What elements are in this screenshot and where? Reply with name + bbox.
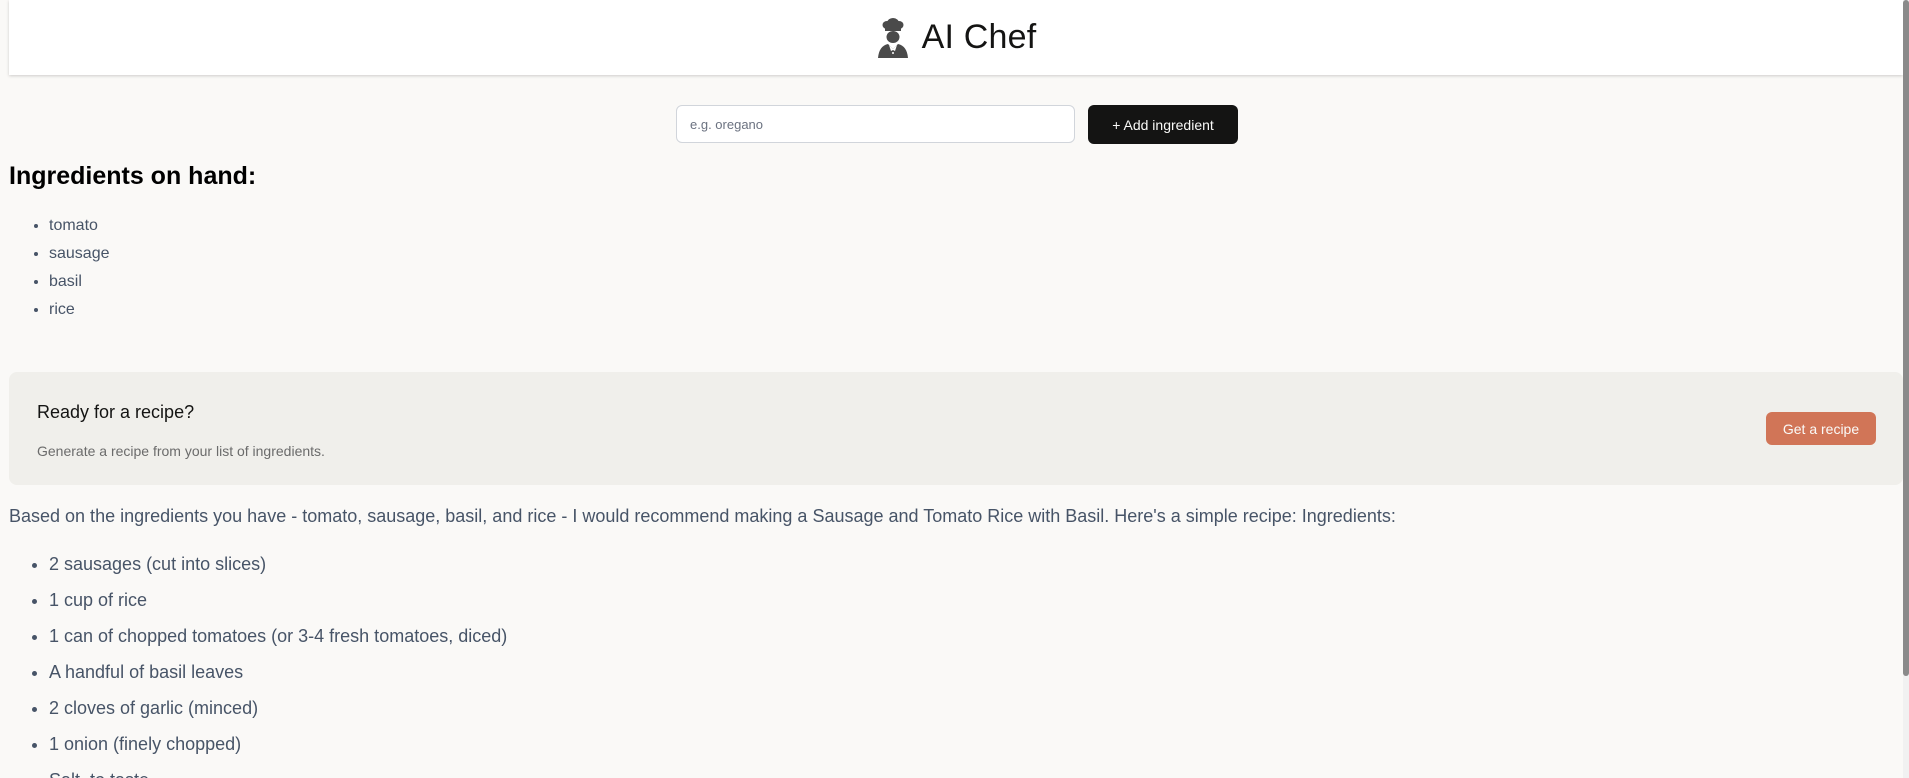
ingredient-input[interactable] [676, 105, 1075, 143]
recipe-ingredient-item: 2 sausages (cut into slices) [49, 549, 507, 585]
app-header: AI Chef [9, 0, 1903, 75]
add-ingredient-form: + Add ingredient [676, 105, 1238, 144]
app-title: AI Chef [921, 18, 1037, 56]
add-ingredient-button[interactable]: + Add ingredient [1088, 105, 1238, 144]
recipe-ingredient-item: 1 can of chopped tomatoes (or 3-4 fresh … [49, 621, 507, 657]
ingredient-item: rice [49, 296, 110, 324]
ingredients-list: tomato sausage basil rice [9, 212, 110, 324]
ingredient-item: tomato [49, 212, 110, 240]
recipe-ingredient-item: 1 cup of rice [49, 585, 507, 621]
recipe-intro: Based on the ingredients you have - toma… [9, 506, 1396, 526]
get-recipe-button[interactable]: Get a recipe [1766, 412, 1876, 445]
cta-subtitle: Generate a recipe from your list of ingr… [37, 443, 325, 459]
recipe-ingredient-item: Salt, to taste [49, 765, 507, 778]
cta-title: Ready for a recipe? [37, 402, 195, 422]
ingredient-item: sausage [49, 240, 110, 268]
recipe-ingredient-item: A handful of basil leaves [49, 657, 507, 693]
ingredients-heading: Ingredients on hand: [9, 162, 257, 190]
recipe-ingredients-list: 2 sausages (cut into slices) 1 cup of ri… [9, 549, 507, 778]
scrollbar-thumb[interactable] [1903, 0, 1909, 676]
get-recipe-container: Ready for a recipe? Generate a recipe fr… [9, 372, 1903, 485]
recipe-ingredient-item: 1 onion (finely chopped) [49, 729, 507, 765]
recipe-ingredient-item: 2 cloves of garlic (minced) [49, 693, 507, 729]
chef-icon [877, 17, 908, 58]
page-scrollbar[interactable] [1903, 0, 1909, 778]
page: AI Chef + Add ingredient Ingredients on … [0, 0, 1909, 778]
ingredient-item: basil [49, 268, 110, 296]
